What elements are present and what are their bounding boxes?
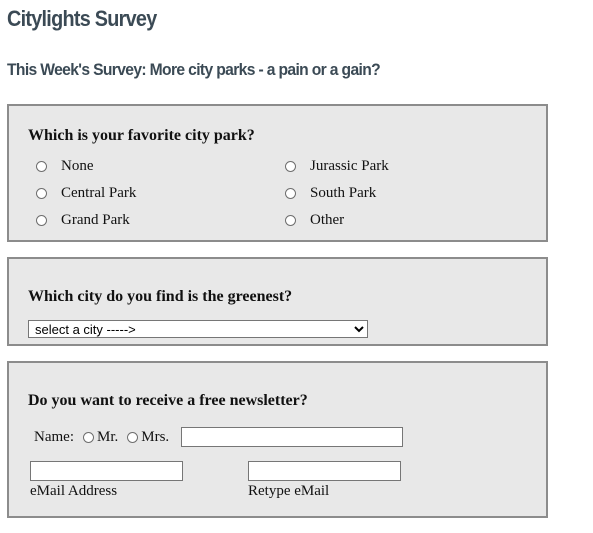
park-radio-jurassic[interactable] bbox=[285, 161, 296, 172]
park-radio-grand[interactable] bbox=[36, 215, 47, 226]
park-option-jurassic[interactable]: Jurassic Park bbox=[285, 158, 389, 175]
title-radio-mr[interactable] bbox=[82, 431, 94, 443]
park-option-label: None bbox=[61, 158, 94, 174]
park-option-label: Grand Park bbox=[61, 212, 130, 228]
retype-email-input[interactable] bbox=[248, 461, 401, 481]
name-row: Name: Mr. Mrs. bbox=[34, 427, 404, 447]
park-option-label: Central Park bbox=[61, 185, 137, 201]
title-label-mrs: Mrs. bbox=[141, 428, 170, 445]
site-title: Citylights Survey bbox=[7, 6, 157, 31]
favorite-park-question: Which is your favorite city park? bbox=[28, 127, 255, 144]
title-label-mr: Mr. bbox=[96, 428, 119, 445]
park-radio-none[interactable] bbox=[36, 161, 47, 172]
city-select[interactable]: select a city -----> bbox=[28, 320, 368, 338]
park-radio-central[interactable] bbox=[36, 188, 47, 199]
park-radio-other[interactable] bbox=[285, 215, 296, 226]
survey-heading: This Week's Survey: More city parks - a … bbox=[7, 60, 381, 79]
park-option-none[interactable]: None bbox=[36, 158, 94, 175]
park-option-label: South Park bbox=[310, 185, 377, 201]
park-option-south[interactable]: South Park bbox=[285, 185, 376, 202]
greenest-city-question: Which city do you find is the greenest? bbox=[28, 288, 293, 305]
newsletter-question: Do you want to receive a free newsletter… bbox=[28, 392, 308, 409]
park-radio-south[interactable] bbox=[285, 188, 296, 199]
name-label: Name: bbox=[34, 428, 74, 445]
park-option-label: Jurassic Park bbox=[310, 158, 389, 174]
favorite-park-section: Which is your favorite city park? None C… bbox=[7, 104, 548, 242]
newsletter-section: Do you want to receive a free newsletter… bbox=[7, 361, 548, 518]
park-option-label: Other bbox=[310, 212, 345, 228]
email-input[interactable] bbox=[30, 461, 183, 481]
park-option-central[interactable]: Central Park bbox=[36, 185, 136, 202]
park-option-other[interactable]: Other bbox=[285, 212, 344, 229]
retype-email-label: Retype eMail bbox=[248, 483, 330, 499]
title-radio-mrs[interactable] bbox=[127, 431, 139, 443]
park-option-grand[interactable]: Grand Park bbox=[36, 212, 130, 229]
greenest-city-section: Which city do you find is the greenest? … bbox=[7, 257, 548, 346]
name-input[interactable] bbox=[181, 427, 404, 447]
email-label: eMail Address bbox=[30, 483, 118, 499]
